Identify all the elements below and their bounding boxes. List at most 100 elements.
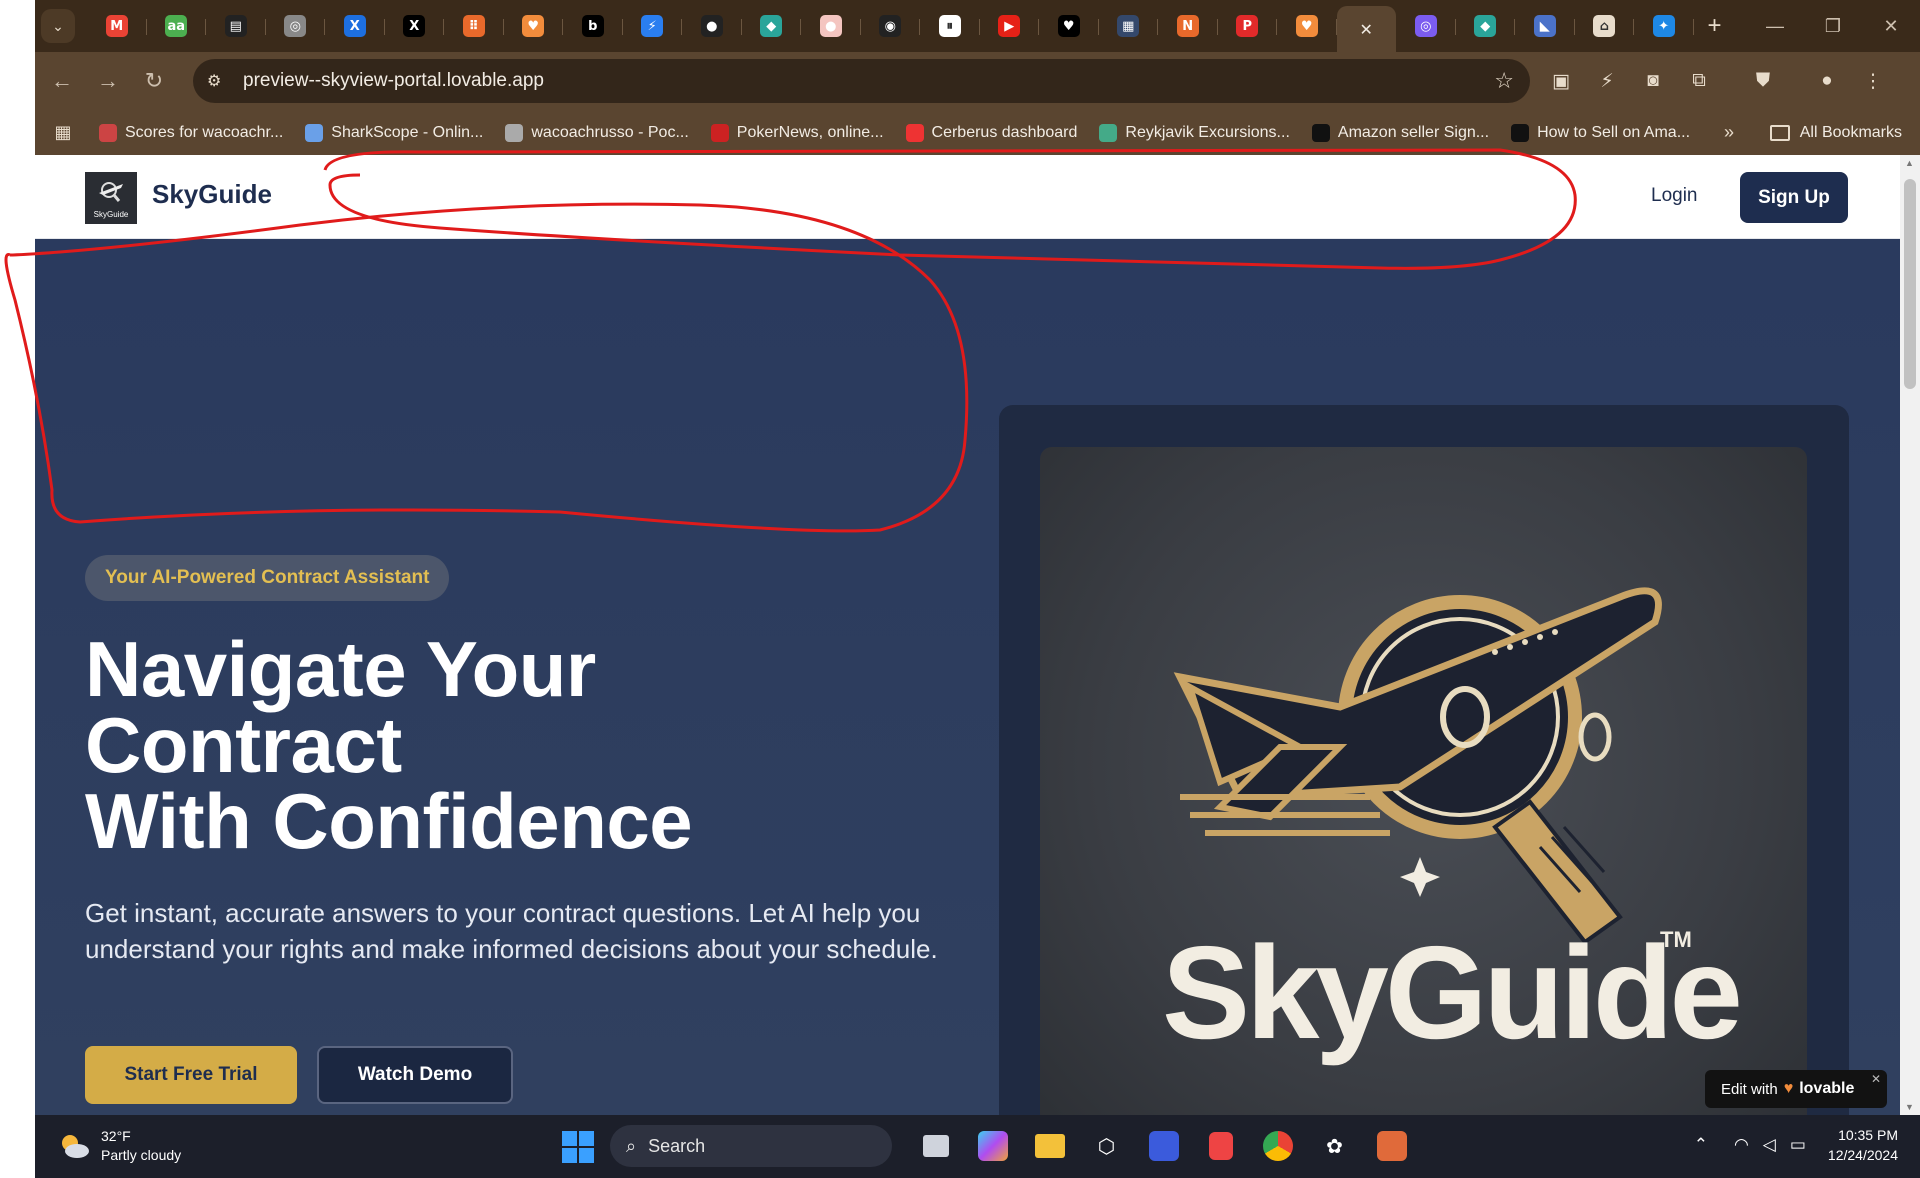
volume-icon[interactable]: ◁ — [1763, 1135, 1776, 1155]
browser-tab-gmail[interactable]: M — [87, 6, 147, 46]
profile-avatar[interactable]: ● — [1804, 70, 1850, 92]
extensions-puzzle-icon[interactable]: ⧉ — [1676, 70, 1722, 92]
bookmark-item[interactable]: Cerberus dashboard — [905, 123, 1077, 142]
claude-icon[interactable] — [1363, 1125, 1420, 1167]
site-info-icon[interactable]: ⚙ — [207, 71, 231, 91]
back-button[interactable]: ← — [39, 58, 85, 104]
bookmark-item[interactable]: How to Sell on Ama... — [1511, 123, 1690, 142]
skyguide-logo-image: SkyGuide TM — [1040, 447, 1807, 1115]
bookmark-favicon-icon — [905, 123, 924, 142]
incognito-icon[interactable]: ⛊ — [1740, 70, 1786, 92]
unity-icon[interactable]: ⬡ — [1078, 1125, 1135, 1167]
browser-tab-aa[interactable]: aa — [147, 6, 207, 46]
close-tab-icon[interactable]: ✕ — [1355, 18, 1377, 40]
system-tray: ⌃ ◠ ◁ ▭ 10:35 PM 12/24/2024 — [1680, 1125, 1898, 1165]
browser-tab-butterfly[interactable]: ✦ — [1634, 6, 1694, 46]
edit-with-label: Edit with — [1721, 1080, 1778, 1098]
browser-tab-x-blue[interactable]: X — [325, 6, 385, 46]
taskbar-search[interactable]: ⌕ Search — [610, 1125, 892, 1167]
blue-shape-favicon-icon: ◣ — [1533, 15, 1556, 37]
browser-tab-strip: ⌄ Maa ▤ ◎ X X ⠿ ♥ b ⚡ ● ◆ ● ◉ ⏸ ▶ ♥ ▦ N P ♥ ✕ ◎ ◆ ◣ ⌂ ✦ + — ❐ ✕ — [35, 0, 1920, 52]
bolt-favicon-icon: ⚡ — [641, 15, 664, 37]
watch-demo-button[interactable]: Watch Demo — [317, 1046, 513, 1104]
copilot-icon[interactable] — [964, 1125, 1021, 1167]
bookmark-item[interactable]: PokerNews, online... — [710, 123, 884, 142]
browser-tab-home[interactable]: ⌂ — [1575, 6, 1635, 46]
browser-tab-pause[interactable]: ⏸ — [920, 6, 980, 46]
browser-tab-bolt[interactable]: ⚡ — [623, 6, 683, 46]
bookmark-item[interactable]: SharkScope - Onlin... — [305, 123, 483, 142]
browser-tab-globe[interactable]: ◎ — [266, 6, 326, 46]
browser-tab-youtube[interactable]: ▶ — [980, 6, 1040, 46]
signup-button[interactable]: Sign Up — [1740, 172, 1848, 223]
page-scrollbar[interactable]: ▲ ▼ — [1900, 155, 1920, 1115]
minimize-button[interactable]: — — [1746, 0, 1804, 52]
task-view-icon[interactable] — [907, 1125, 964, 1167]
browser-tab-pinterest[interactable]: P — [1218, 6, 1278, 46]
browser-tab-lovable[interactable]: ♥ — [504, 6, 564, 46]
address-url[interactable]: preview--skyview-portal.lovable.app — [243, 70, 544, 92]
browser-tab-ring[interactable]: ◉ — [861, 6, 921, 46]
app-m-icon[interactable] — [1135, 1125, 1192, 1167]
apps-grid-icon[interactable]: ▦ — [35, 122, 91, 143]
new-tab-button[interactable]: + — [1708, 12, 1722, 40]
chatgpt-icon[interactable]: ✿ — [1306, 1125, 1363, 1167]
browser-tab-ccs[interactable]: ▦ — [1099, 6, 1159, 46]
bookmark-list: Scores for wacoachr... SharkScope - Onlin… — [99, 123, 1712, 142]
all-bookmarks-folder[interactable]: All Bookmarks — [1769, 124, 1902, 142]
reload-button[interactable]: ↻ — [131, 58, 177, 104]
purple-favicon-icon: ◎ — [1414, 15, 1437, 37]
bookmark-favicon-icon — [1511, 123, 1530, 142]
bookmark-star-icon[interactable]: ☆ — [1494, 68, 1514, 94]
browser-tab-orange[interactable]: ⠿ — [444, 6, 504, 46]
file-explorer-icon[interactable] — [1021, 1125, 1078, 1167]
address-bar[interactable]: ⚙ preview--skyview-portal.lovable.app ☆ — [193, 59, 1530, 103]
browser-tab-heart[interactable]: ♥ — [1039, 6, 1099, 46]
chrome-icon[interactable] — [1249, 1125, 1306, 1167]
browser-tab-diamond[interactable]: ◆ — [742, 6, 802, 46]
login-button[interactable]: Login — [1651, 185, 1698, 207]
battery-icon[interactable]: ▭ — [1790, 1135, 1806, 1155]
restore-button[interactable]: ❐ — [1804, 0, 1862, 52]
edit-with-lovable-badge[interactable]: Edit with ♥ lovable ✕ — [1705, 1070, 1887, 1108]
snipping-tool-icon[interactable] — [1192, 1125, 1249, 1167]
bookmark-item[interactable]: wacoachrusso - Poc... — [505, 123, 689, 142]
browser-tab-lovable2[interactable]: ♥ — [1277, 6, 1337, 46]
tab-search-button[interactable]: ⌄ — [41, 9, 75, 43]
more-bookmarks-chevron-icon[interactable]: » — [1724, 122, 1734, 143]
scroll-down-arrow-icon[interactable]: ▼ — [1905, 1102, 1914, 1112]
browser-menu-icon[interactable]: ⋮ — [1850, 70, 1896, 93]
browser-tab-github[interactable]: ● — [682, 6, 742, 46]
browser-tab-orange-n[interactable]: N — [1158, 6, 1218, 46]
brand-name[interactable]: SkyGuide — [152, 179, 272, 210]
site-logo[interactable]: SkyGuide — [85, 172, 137, 224]
show-hidden-icons-chevron-icon[interactable]: ⌃ — [1694, 1135, 1708, 1155]
scroll-up-arrow-icon[interactable]: ▲ — [1905, 158, 1914, 168]
forward-button[interactable]: → — [85, 58, 131, 104]
search-icon: ⌕ — [626, 1135, 637, 1156]
camera-extension-icon[interactable]: ◙ — [1630, 70, 1676, 92]
browser-tab-diamond2[interactable]: ◆ — [1456, 6, 1516, 46]
clock[interactable]: 10:35 PM 12/24/2024 — [1828, 1125, 1898, 1165]
browser-tab-dot[interactable]: ● — [801, 6, 861, 46]
start-free-trial-button[interactable]: Start Free Trial — [85, 1046, 297, 1104]
lovable-favicon-icon: ♥ — [522, 15, 545, 37]
windows-taskbar: 32°F Partly cloudy ⌕ Search ⬡ ✿ ⌃ ◠ ◁ ▭ — [35, 1115, 1920, 1178]
close-window-button[interactable]: ✕ — [1862, 0, 1920, 52]
start-button[interactable] — [562, 1131, 594, 1163]
browser-tab-close-active[interactable]: ✕ — [1336, 6, 1396, 52]
weather-widget[interactable]: 32°F Partly cloudy — [57, 1127, 181, 1165]
close-badge-icon[interactable]: ✕ — [1871, 1072, 1881, 1086]
bookmark-item[interactable]: Amazon seller Sign... — [1311, 123, 1489, 142]
browser-tab-blue-shape[interactable]: ◣ — [1515, 6, 1575, 46]
bookmark-item[interactable]: Scores for wacoachr... — [99, 123, 283, 142]
wifi-icon[interactable]: ◠ — [1734, 1135, 1749, 1155]
browser-tab-b[interactable]: b — [563, 6, 623, 46]
browser-tab-x[interactable]: X — [385, 6, 445, 46]
bookmark-item[interactable]: Reykjavik Excursions... — [1099, 123, 1290, 142]
extension-icon-2[interactable]: ⚡ — [1584, 70, 1630, 93]
browser-tab-purple[interactable]: ◎ — [1396, 6, 1456, 46]
browser-tab-app[interactable]: ▤ — [206, 6, 266, 46]
scrollbar-thumb[interactable] — [1904, 179, 1916, 389]
extension-icon-1[interactable]: ▣ — [1538, 70, 1584, 93]
